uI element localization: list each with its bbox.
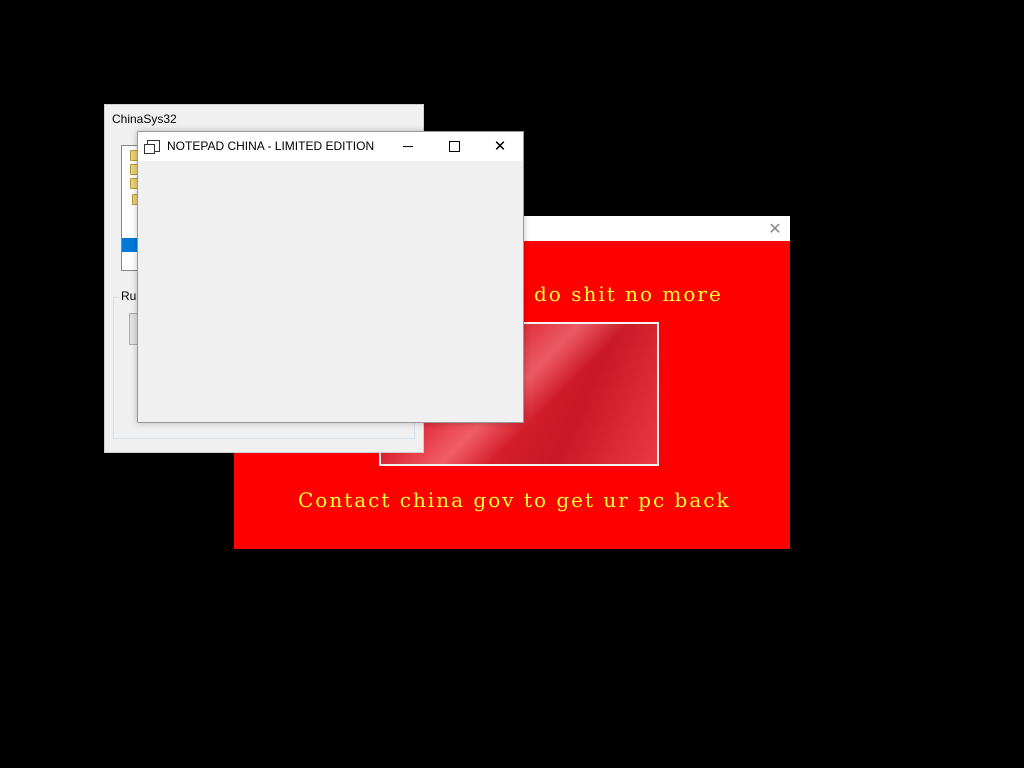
notepad-titlebar[interactable]: NOTEPAD CHINA - LIMITED EDITION ✕ [138, 132, 523, 161]
maximize-icon [448, 141, 460, 152]
close-icon: ✕ [493, 137, 507, 155]
close-icon[interactable]: ✕ [766, 220, 784, 238]
notepad-client-area[interactable] [138, 161, 523, 422]
minimize-button[interactable] [385, 132, 431, 161]
chinasys-window-title: ChinaSys32 [112, 112, 177, 126]
ransom-message-line1: do shit no more [534, 282, 723, 306]
close-button[interactable]: ✕ [477, 132, 523, 161]
notepad-icon [144, 140, 160, 154]
notepad-window-title: NOTEPAD CHINA - LIMITED EDITION [167, 139, 375, 153]
minimize-icon [403, 146, 413, 147]
maximize-button[interactable] [431, 132, 477, 161]
notepad-window: NOTEPAD CHINA - LIMITED EDITION ✕ [137, 131, 524, 423]
ransom-message-line2: Contact china gov to get ur pc back [298, 488, 731, 512]
